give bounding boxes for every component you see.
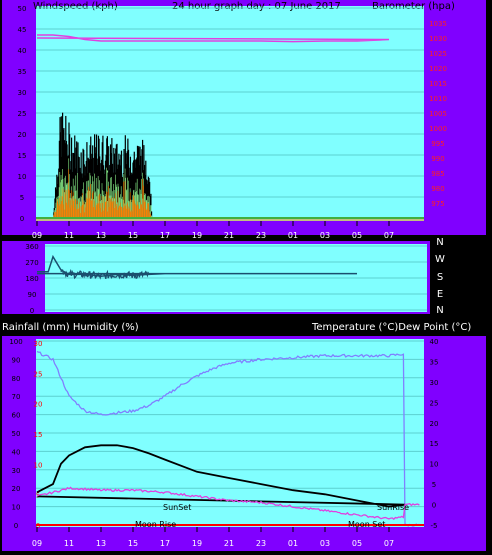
wind-x-tick-label: 23 [256, 231, 266, 240]
wind-y-tick-label: 25 [18, 110, 27, 118]
humidity-y-tick-label: 40 [12, 448, 21, 456]
climate-x-tick-label: 23 [256, 539, 266, 548]
baro-y-tick-label: 1030 [429, 35, 447, 43]
weather-graph-page: Windspeed (kph) 24 hour graph day : 07 J… [0, 0, 492, 555]
climate-x-tick-label: 21 [224, 539, 234, 548]
direction-compass-label: N [436, 305, 443, 316]
direction-y-tick-label: 360 [25, 243, 38, 251]
baro-y-tick-label: 1010 [429, 95, 447, 103]
temperature-y-tick-label: 40 [430, 338, 439, 346]
wind-y-tick-label: 45 [18, 26, 27, 34]
climate-x-tick-label: 19 [192, 539, 202, 548]
wind-y-tick-label: 40 [18, 47, 27, 55]
windspeed-title: Windspeed (kph) [33, 1, 118, 12]
temperature-y-tick-label: 20 [430, 420, 439, 428]
temperature-y-tick-label: 25 [430, 399, 439, 407]
moonrise-annotation: Moon Rise [135, 520, 176, 529]
wind-x-tick-label: 03 [320, 231, 330, 240]
rain-y-tick-label: 30 [34, 340, 43, 348]
graph-date-title: 24 hour graph day : 07 June 2017 [172, 1, 341, 12]
baro-y-tick-label: 1020 [429, 65, 447, 73]
temperature-y-tick-label: 30 [430, 379, 439, 387]
wind-x-tick-label: 15 [128, 231, 138, 240]
wind-y-tick-label: 30 [18, 89, 27, 97]
direction-compass-label: S [437, 272, 443, 283]
wind-x-tick-label: 11 [64, 231, 74, 240]
climate-right-title: Temperature (°C)Dew Point (°C) [311, 322, 471, 333]
climate-x-tick-label: 01 [288, 539, 298, 548]
baro-y-tick-label: 1005 [429, 110, 447, 118]
temperature-y-tick-label: -5 [431, 522, 438, 530]
temperature-y-tick-label: 10 [430, 461, 439, 469]
baro-y-tick-label: 995 [431, 140, 444, 148]
humidity-y-tick-label: 60 [12, 412, 21, 420]
direction-y-tick-label: 90 [28, 291, 37, 299]
wind-y-tick-label: 0 [20, 215, 24, 223]
humidity-y-tick-label: 0 [14, 522, 18, 530]
barometer-title: Barometer (hpa) [372, 1, 455, 12]
humidity-y-tick-label: 90 [12, 356, 21, 364]
climate-x-tick-label: 17 [160, 539, 170, 548]
rain-y-tick-label: 15 [34, 431, 43, 439]
baro-y-tick-label: 975 [431, 200, 444, 208]
humidity-y-tick-label: 80 [12, 375, 21, 383]
baro-y-tick-label: 980 [431, 185, 444, 193]
baro-y-tick-label: 1035 [429, 20, 447, 28]
baro-y-tick-label: 1015 [429, 80, 447, 88]
temperature-y-tick-label: 15 [430, 440, 439, 448]
wind-x-tick-label: 19 [192, 231, 202, 240]
direction-y-tick-label: 270 [25, 259, 38, 267]
wind-x-tick-label: 05 [352, 231, 362, 240]
wind-y-tick-label: 5 [20, 194, 24, 202]
humidity-y-tick-label: 70 [12, 393, 21, 401]
baro-y-tick-label: 1000 [429, 125, 447, 133]
direction-compass-label: W [435, 254, 445, 265]
sunrise-annotation: SunRise [377, 503, 409, 512]
wind-x-tick-label: 21 [224, 231, 234, 240]
humidity-y-tick-label: 100 [9, 338, 22, 346]
wind-x-tick-label: 09 [32, 231, 42, 240]
wind-y-tick-label: 50 [18, 5, 27, 13]
temperature-y-tick-label: 35 [430, 358, 439, 366]
baro-y-tick-label: 990 [431, 155, 444, 163]
climate-x-tick-label: 11 [64, 539, 74, 548]
humidity-y-tick-label: 20 [12, 485, 21, 493]
climate-x-tick-label: 15 [128, 539, 138, 548]
weather-graph-svg: Windspeed (kph) 24 hour graph day : 07 J… [0, 0, 492, 555]
temperature-y-tick-label: 5 [432, 481, 436, 489]
wind-x-tick-label: 17 [160, 231, 170, 240]
rain-y-tick-label: 10 [34, 461, 43, 469]
humidity-y-tick-label: 50 [12, 430, 21, 438]
rain-y-tick-label: 25 [34, 370, 43, 378]
wind-y-tick-label: 35 [18, 68, 27, 76]
baro-y-tick-label: 985 [431, 170, 444, 178]
wind-y-tick-label: 20 [18, 131, 27, 139]
climate-x-tick-label: 05 [352, 539, 362, 548]
climate-x-tick-label: 03 [320, 539, 330, 548]
temperature-y-tick-label: 0 [432, 502, 436, 510]
direction-y-tick-label: 0 [30, 307, 34, 315]
rain-y-tick-label: 20 [34, 401, 43, 409]
moonset-annotation: Moon Set [348, 520, 385, 529]
climate-x-tick-label: 09 [32, 539, 42, 548]
climate-x-tick-label: 13 [96, 539, 106, 548]
direction-y-tick-label: 180 [25, 275, 38, 283]
wind-x-tick-label: 13 [96, 231, 106, 240]
humidity-y-tick-label: 10 [12, 504, 21, 512]
climate-x-tick-label: 07 [384, 539, 394, 548]
direction-compass-label: E [437, 289, 443, 300]
baro-y-tick-label: 1025 [429, 50, 447, 58]
sunset-annotation: SunSet [163, 503, 191, 512]
wind-x-tick-label: 01 [288, 231, 298, 240]
wind-x-tick-label: 07 [384, 231, 394, 240]
direction-compass-label: N [436, 237, 443, 248]
humidity-y-tick-label: 30 [12, 467, 21, 475]
wind-y-tick-label: 15 [18, 152, 27, 160]
wind-y-tick-label: 10 [18, 173, 27, 181]
climate-left-title: Rainfall (mm) Humidity (%) [2, 322, 139, 333]
